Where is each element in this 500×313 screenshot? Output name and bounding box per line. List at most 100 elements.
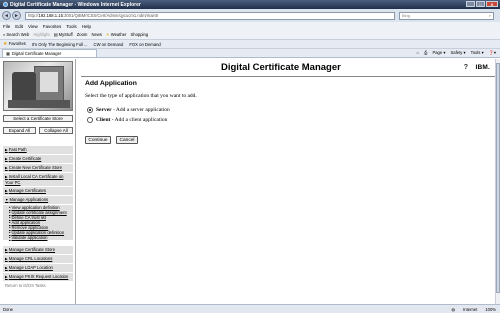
forward-button[interactable]: ► (12, 11, 21, 20)
select-certificate-store-button[interactable]: Select a Certificate Store (3, 115, 73, 122)
client-option[interactable]: Client - Add a client application (87, 117, 167, 123)
menu-edit[interactable]: Edit (15, 24, 23, 29)
safety-menu[interactable]: Safety ▾ (450, 50, 465, 56)
close-button[interactable]: X (486, 1, 498, 7)
nav-manage-crl-locations[interactable]: ▶Manage CRL Locations (3, 255, 73, 264)
toolbar-search-web[interactable]: ⌕ Search Web (3, 32, 29, 37)
star-icon: ★ (3, 41, 8, 47)
folder-icon: ▤ (53, 32, 58, 37)
toolbar-mystuff[interactable]: ▤ MyStuff (54, 32, 73, 37)
nav-label: Create New Certificate Store (8, 165, 62, 170)
nav-label: Manage Certificate Store (8, 247, 56, 252)
toolbar-zoom[interactable]: Zoom (77, 32, 88, 37)
banner-image (3, 61, 73, 111)
nav-label: Fast Path (8, 147, 27, 152)
favorites-button[interactable]: ★ Favorites (3, 41, 26, 47)
nav-fast-path[interactable]: ▶Fast Path (3, 146, 73, 155)
highlight-label: Highlight (33, 32, 50, 37)
print-icon[interactable]: ⎙ (424, 50, 427, 56)
menu-tools[interactable]: Tools (66, 24, 77, 29)
nav-label: Create Certificate (8, 156, 42, 161)
continue-button[interactable]: Continue (85, 136, 111, 144)
favorite-link[interactable]: FOX on Demand (129, 42, 160, 47)
nav-install-local-ca[interactable]: ▶Install Local CA Certificate on Your PC (3, 173, 73, 187)
menu-help[interactable]: Help (82, 24, 91, 29)
search-web-label: Search Web (6, 32, 30, 37)
status-right: ◍ Internet 100% (451, 307, 500, 312)
ibm-logo: IBM. (475, 64, 490, 71)
triangle-right-icon: ▶ (5, 257, 8, 261)
address-bar: ◄ ► http://192.168.1.15:2001/QIBM/ICSS/C… (0, 9, 500, 22)
search-input[interactable]: Bing ⌕ (399, 11, 494, 20)
news-label: News (91, 32, 102, 37)
menu-file[interactable]: File (3, 24, 10, 29)
page-menu[interactable]: Page ▾ (432, 50, 445, 56)
toolbar-news[interactable]: News (91, 32, 101, 37)
back-button[interactable]: ◄ (2, 11, 11, 20)
menu-view[interactable]: View (28, 24, 38, 29)
help-icon[interactable]: ? (464, 64, 468, 71)
ie-logo-icon (3, 2, 8, 7)
search-toolbar: ⌕ Search Web Highlight ▤ MyStuff Zoom News… (0, 30, 500, 40)
home-icon[interactable]: ⌂ (417, 50, 420, 56)
triangle-right-icon: ▶ (5, 148, 8, 152)
tab-row: ▦ Digital Certificate Manager ⌂ ⎙ Page ▾… (0, 49, 500, 58)
window-controls: _ □ X (466, 1, 498, 7)
tools-menu[interactable]: Tools ▾ (471, 50, 484, 56)
app-header: Digital Certificate Manager ? IBM. (81, 59, 496, 77)
nav-manage-certificate-store[interactable]: ▶Manage Certificate Store (3, 246, 73, 255)
mystuff-label: MyStuff (58, 32, 73, 37)
nav-create-certificate[interactable]: ▶Create Certificate (3, 155, 73, 164)
nav-validate-application[interactable]: •Validate application (3, 235, 73, 240)
instruction-text: Select the type of application that you … (85, 93, 197, 99)
nav-create-new-certificate-store[interactable]: ▶Create New Certificate Store (3, 164, 73, 173)
toolbar-highlight[interactable]: Highlight (33, 32, 49, 37)
url-input[interactable]: http://192.168.1.15:2001/QIBM/ICSS/Cert/… (25, 11, 395, 20)
menu-bar: File Edit View Favorites Tools Help (0, 22, 500, 30)
client-radio[interactable] (87, 117, 93, 123)
nav-manage-pkix-request-location[interactable]: ▶Manage PKIX Request Location (3, 273, 73, 282)
zone-label: Internet (463, 306, 478, 312)
shopping-label: Shopping (130, 32, 149, 37)
favorite-link[interactable]: It's Only The Beginning Full ... (32, 42, 88, 47)
return-to-tasks-link[interactable]: Return to i5/OS Tasks (3, 282, 73, 289)
vertical-scrollbar[interactable] (495, 59, 500, 304)
cancel-button[interactable]: Cancel (116, 136, 138, 144)
minimize-button[interactable]: _ (466, 1, 475, 7)
server-option-desc: - Add a server application (111, 107, 170, 113)
client-option-name: Client (96, 117, 111, 123)
main-panel: Digital Certificate Manager ? IBM. Add A… (81, 59, 500, 304)
nav-label: Manage CRL Locations (8, 256, 53, 261)
menu-favorites[interactable]: Favorites (43, 24, 62, 29)
triangle-right-icon: ▶ (5, 175, 8, 179)
search-icon[interactable]: ⌕ (489, 13, 491, 18)
toolbar-shopping[interactable]: Shopping (130, 32, 148, 37)
nav-manage-ldap-location[interactable]: ▶Manage LDAP Location (3, 264, 73, 273)
page-icon: ▦ (6, 51, 10, 56)
triangle-right-icon: ▶ (5, 189, 8, 193)
nav-manage-applications[interactable]: ▼Manage Applications (3, 196, 73, 205)
triangle-down-icon: ▼ (5, 198, 9, 202)
server-radio[interactable] (87, 107, 93, 113)
nav-label: Manage Applications (9, 197, 49, 202)
search-placeholder: Bing (402, 13, 411, 18)
triangle-right-icon: ▶ (5, 248, 8, 252)
tab-digital-certificate-manager[interactable]: ▦ Digital Certificate Manager (2, 49, 97, 57)
help-menu[interactable]: ❓▾ (489, 50, 496, 56)
task-navigation: ▶Fast Path ▶Create Certificate ▶Create N… (3, 146, 73, 289)
triangle-right-icon: ▶ (5, 275, 8, 279)
zoom-level[interactable]: 100% (485, 307, 496, 312)
collapse-all-button[interactable]: Collapse All (39, 127, 73, 134)
scrollbar-thumb[interactable] (496, 63, 500, 293)
nav-label: Manage LDAP Location (8, 265, 53, 270)
favorite-link[interactable]: CW on Demand (94, 42, 124, 47)
expand-all-button[interactable]: Expand All (3, 127, 36, 134)
nav-manage-certificates[interactable]: ▶Manage Certificates (3, 187, 73, 196)
url-prefix: http:// (28, 13, 39, 18)
page-content: Select a Certificate Store Expand All Co… (0, 59, 500, 304)
server-option[interactable]: Server - Add a server application (87, 107, 170, 113)
toolbar-weather[interactable]: ☀ Weather (106, 32, 127, 37)
app-title: Digital Certificate Manager (221, 62, 341, 73)
maximize-button[interactable]: □ (476, 1, 485, 7)
url-domain: 192.168.1.15 (38, 13, 63, 18)
